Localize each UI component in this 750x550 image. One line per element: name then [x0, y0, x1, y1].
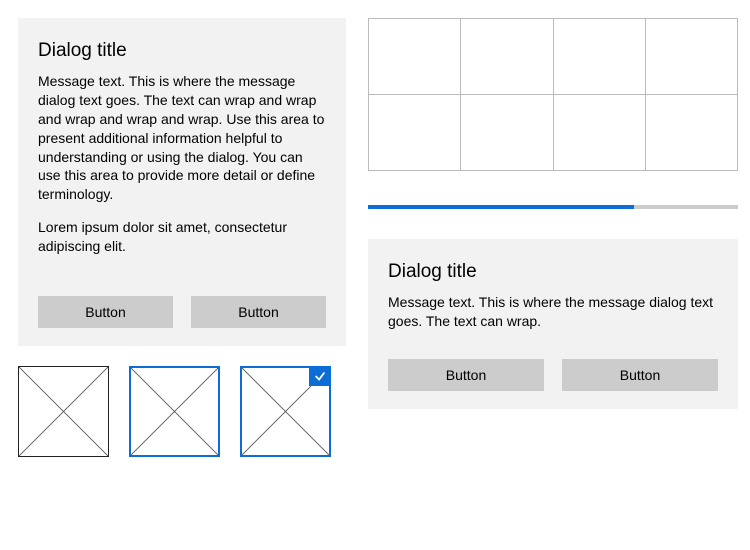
- check-badge: [309, 366, 331, 386]
- placeholder-icon: [19, 367, 108, 456]
- image-thumb-selected[interactable]: [129, 366, 220, 457]
- table-row: [369, 95, 738, 171]
- dialog-button-row: Button Button: [38, 296, 326, 328]
- check-icon: [313, 369, 327, 383]
- grid-cell[interactable]: [645, 19, 737, 95]
- grid-cell[interactable]: [461, 95, 553, 171]
- grid-cell[interactable]: [645, 95, 737, 171]
- dialog-large: Dialog title Message text. This is where…: [18, 18, 346, 346]
- data-grid: [368, 18, 738, 171]
- dialog-small: Dialog title Message text. This is where…: [368, 239, 738, 409]
- dialog-button-2[interactable]: Button: [191, 296, 326, 328]
- progress-fill: [368, 205, 634, 209]
- dialog-message-1: Message text. This is where the message …: [38, 72, 326, 204]
- dialog-button-row: Button Button: [388, 359, 718, 391]
- dialog-message: Message text. This is where the message …: [388, 293, 718, 331]
- dialog-title: Dialog title: [388, 261, 718, 283]
- image-thumb-selected-checked[interactable]: [240, 366, 331, 457]
- dialog-button-2[interactable]: Button: [562, 359, 718, 391]
- grid-cell[interactable]: [369, 19, 461, 95]
- image-thumb-default[interactable]: [18, 366, 109, 457]
- grid-cell[interactable]: [369, 95, 461, 171]
- dialog-message-2: Lorem ipsum dolor sit amet, consectetur …: [38, 218, 326, 256]
- grid-cell[interactable]: [553, 95, 645, 171]
- progress-bar: [368, 205, 738, 209]
- dialog-button-1[interactable]: Button: [38, 296, 173, 328]
- dialog-button-1[interactable]: Button: [388, 359, 544, 391]
- grid-cell[interactable]: [553, 19, 645, 95]
- grid-cell[interactable]: [461, 19, 553, 95]
- table-row: [369, 19, 738, 95]
- placeholder-icon: [131, 368, 218, 455]
- image-selection-row: [18, 366, 346, 457]
- dialog-title: Dialog title: [38, 40, 326, 62]
